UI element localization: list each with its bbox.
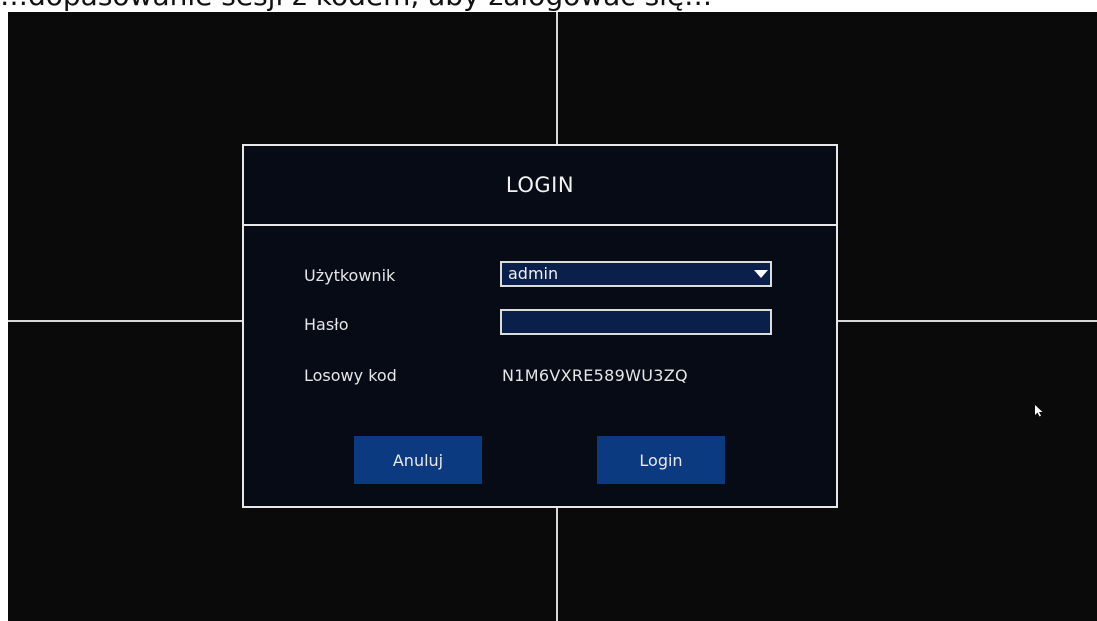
- dialog-header: LOGIN: [244, 146, 836, 226]
- chevron-down-icon[interactable]: [752, 263, 770, 285]
- cancel-button[interactable]: Anuluj: [354, 436, 482, 484]
- login-button[interactable]: Login: [597, 436, 725, 484]
- cancel-button-label: Anuluj: [392, 450, 444, 470]
- username-select[interactable]: admin: [500, 261, 772, 287]
- caption-strip: …dopasowanie sesji z kodem, aby zalogowa…: [0, 0, 1097, 12]
- login-dialog: LOGIN Użytkownik admin Hasło Losowy kod …: [242, 144, 838, 508]
- username-select-value: admin: [508, 264, 559, 283]
- password-field[interactable]: [500, 309, 772, 335]
- caption-text: …dopasowanie sesji z kodem, aby zalogowa…: [0, 0, 712, 12]
- random-code-label: Losowy kod: [304, 366, 397, 385]
- dialog-title: LOGIN: [505, 173, 575, 197]
- login-button-label: Login: [639, 450, 683, 470]
- mouse-pointer-icon: [1035, 402, 1043, 417]
- camera-grid-screen: LOGIN Użytkownik admin Hasło Losowy kod …: [8, 12, 1097, 621]
- username-label: Użytkownik: [304, 266, 396, 285]
- random-code-value: N1M6VXRE589WU3ZQ: [502, 366, 688, 385]
- password-label: Hasło: [304, 315, 349, 334]
